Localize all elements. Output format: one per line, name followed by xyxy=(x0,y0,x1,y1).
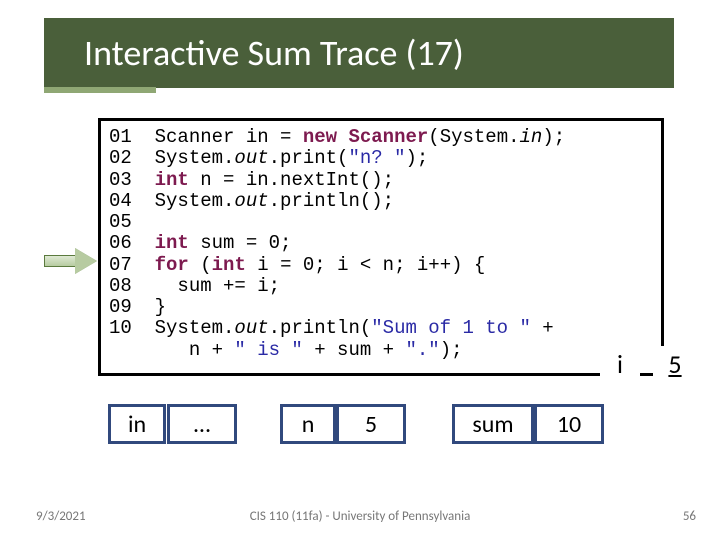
var-i-value: 5 xyxy=(653,346,697,382)
title-underline xyxy=(44,87,156,93)
var-in-value: … xyxy=(167,404,237,444)
slide-title: Interactive Sum Trace (17) xyxy=(44,18,674,88)
var-sum-value: 10 xyxy=(534,404,604,444)
code-box: 01 Scanner in = new Scanner(System.in); … xyxy=(98,118,664,376)
footer-center: CIS 110 (11fa) - University of Pennsylva… xyxy=(0,509,720,524)
var-n-label: n xyxy=(280,404,336,444)
footer-page: 56 xyxy=(683,509,696,524)
title-bar: Interactive Sum Trace (17) xyxy=(44,18,674,88)
var-sum-label: sum xyxy=(452,404,534,444)
var-i-label: i xyxy=(600,346,640,382)
var-n-value: 5 xyxy=(336,404,406,444)
var-in-label: in xyxy=(108,404,166,444)
code-content: 01 Scanner in = new Scanner(System.in); … xyxy=(109,127,653,361)
